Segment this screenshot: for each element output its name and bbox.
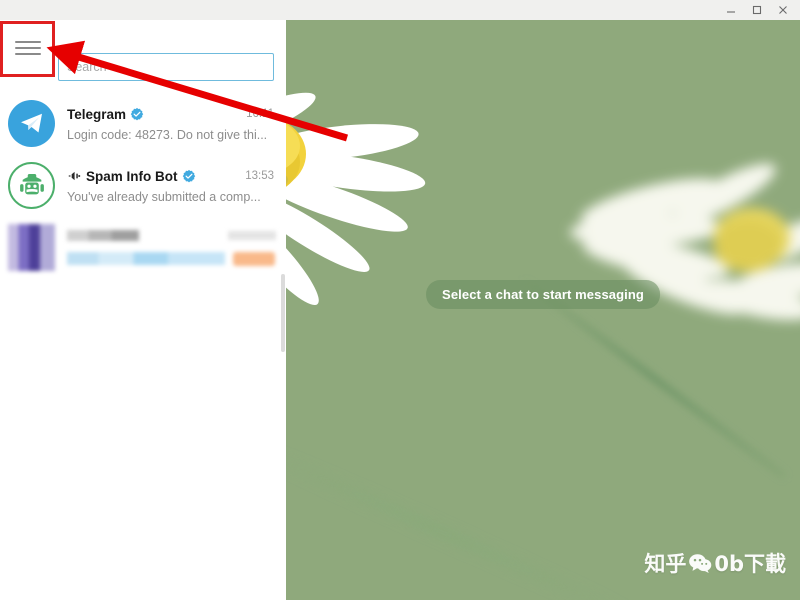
- search-field-wrapper: [58, 53, 274, 81]
- chat-preview: Login code: 48273. Do not give thi...: [67, 128, 268, 142]
- chat-item-body: Telegram 16:11 Login code: 48273. Do not…: [55, 104, 276, 143]
- verified-badge-icon: [130, 107, 144, 121]
- watermark-suffix: 0b下載: [714, 552, 786, 576]
- minimize-icon[interactable]: [718, 1, 744, 19]
- chat-preview: You've already submitted a comp...: [67, 190, 261, 204]
- chat-list: Telegram 16:11 Login code: 48273. Do not…: [0, 92, 286, 600]
- hamburger-menu-button[interactable]: [2, 22, 54, 74]
- spam-bot-avatar: [8, 161, 55, 209]
- chat-item-footer: [67, 251, 276, 266]
- hamburger-menu-icon: [15, 37, 41, 59]
- title-bar: [0, 0, 800, 20]
- chat-name: Spam Info Bot: [86, 168, 178, 184]
- search-input[interactable]: [58, 53, 274, 81]
- chat-time: 16:11: [246, 108, 274, 120]
- chat-item-body: [55, 229, 276, 266]
- redacted-avatar: [8, 223, 55, 271]
- redacted-chat-name: [67, 230, 139, 241]
- telegram-logo-avatar: [8, 99, 55, 147]
- chat-list-item-spam-info-bot[interactable]: Spam Info Bot 13:53 You've already submi…: [0, 154, 286, 216]
- window-controls: [718, 1, 800, 19]
- sidebar-header: [0, 20, 286, 81]
- sidebar: Telegram 16:11 Login code: 48273. Do not…: [0, 20, 286, 600]
- watermark-prefix: 知乎: [644, 552, 687, 576]
- redacted-chat-preview: [67, 252, 225, 265]
- chat-item-header: Spam Info Bot 13:53: [67, 166, 274, 186]
- redacted-unread-badge: [233, 251, 275, 266]
- verified-badge-icon: [182, 169, 195, 183]
- chat-item-header: [67, 229, 276, 243]
- sidebar-scrollbar[interactable]: [281, 274, 285, 352]
- chat-list-item-redacted[interactable]: [0, 216, 286, 278]
- chat-name: Telegram: [67, 106, 127, 122]
- chat-item-body: Spam Info Bot 13:53 You've already submi…: [55, 166, 276, 205]
- redacted-chat-time: [228, 231, 276, 240]
- chat-time: 13:53: [245, 170, 274, 182]
- watermark: 知乎 0b下載: [644, 548, 786, 578]
- select-chat-placeholder: Select a chat to start messaging: [426, 280, 660, 309]
- close-icon[interactable]: [770, 1, 796, 19]
- maximize-icon[interactable]: [744, 1, 770, 19]
- chat-list-item-telegram[interactable]: Telegram 16:11 Login code: 48273. Do not…: [0, 92, 286, 154]
- chat-item-header: Telegram 16:11: [67, 104, 274, 124]
- telegram-desktop-window: Telegram 16:11 Login code: 48273. Do not…: [0, 0, 800, 600]
- daisy-flower-right: [570, 163, 800, 321]
- main-pane: Select a chat to start messaging 知乎 0b下載: [286, 20, 800, 600]
- wechat-icon: [689, 554, 712, 573]
- muted-icon: [68, 171, 81, 181]
